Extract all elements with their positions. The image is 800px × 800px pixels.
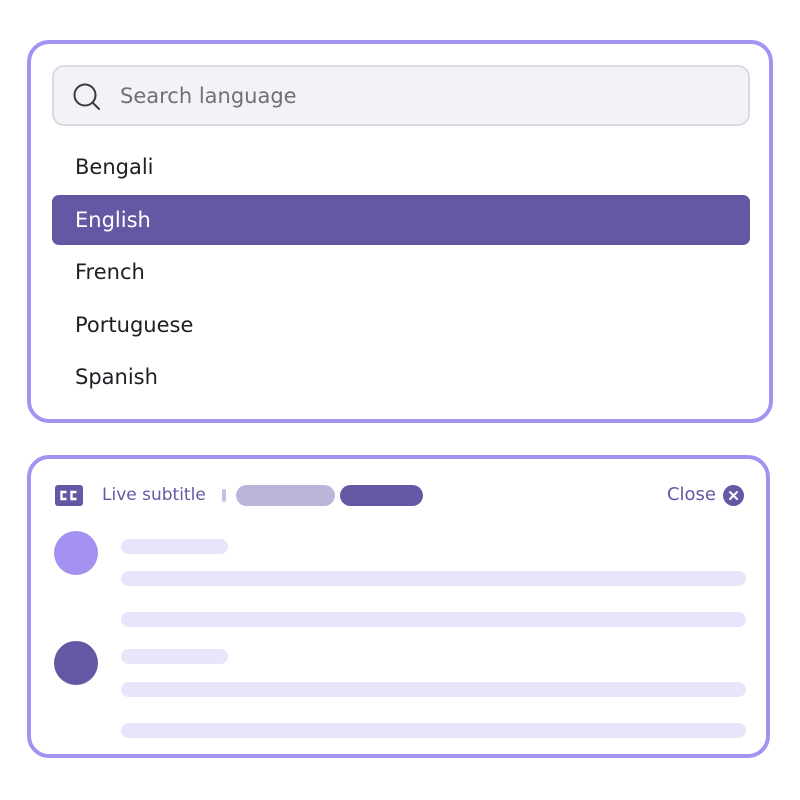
text-placeholder-bar — [121, 612, 746, 627]
name-placeholder-bar — [121, 539, 228, 554]
close-label: Close — [666, 484, 716, 505]
language-option-english[interactable]: English — [52, 194, 750, 245]
closed-captions-icon — [55, 485, 83, 506]
search-input[interactable] — [120, 69, 720, 122]
text-placeholder-bar — [121, 682, 746, 697]
close-circle-icon — [723, 484, 744, 506]
subtitle-title: Live subtitle — [102, 485, 206, 505]
language-picker-panel: Bengali English French Portuguese Spanis… — [27, 40, 773, 423]
language-option-spanish[interactable]: Spanish — [52, 352, 750, 402]
divider — [222, 489, 226, 502]
language-option-bengali[interactable]: Bengali — [52, 142, 750, 192]
text-placeholder-bar — [121, 571, 746, 586]
placeholder-pill — [236, 485, 335, 506]
avatar — [54, 531, 98, 575]
language-option-french[interactable]: French — [52, 247, 750, 297]
placeholder-pill-active — [340, 485, 423, 506]
name-placeholder-bar — [121, 649, 228, 664]
search-field[interactable] — [52, 65, 750, 126]
close-button[interactable]: Close — [667, 482, 744, 508]
language-list: Bengali English French Portuguese Spanis… — [52, 142, 750, 405]
language-option-portuguese[interactable]: Portuguese — [52, 300, 750, 350]
live-subtitle-panel: Live subtitle Close — [27, 455, 770, 758]
text-placeholder-bar — [121, 723, 746, 738]
avatar — [54, 641, 98, 685]
search-icon — [73, 83, 100, 110]
